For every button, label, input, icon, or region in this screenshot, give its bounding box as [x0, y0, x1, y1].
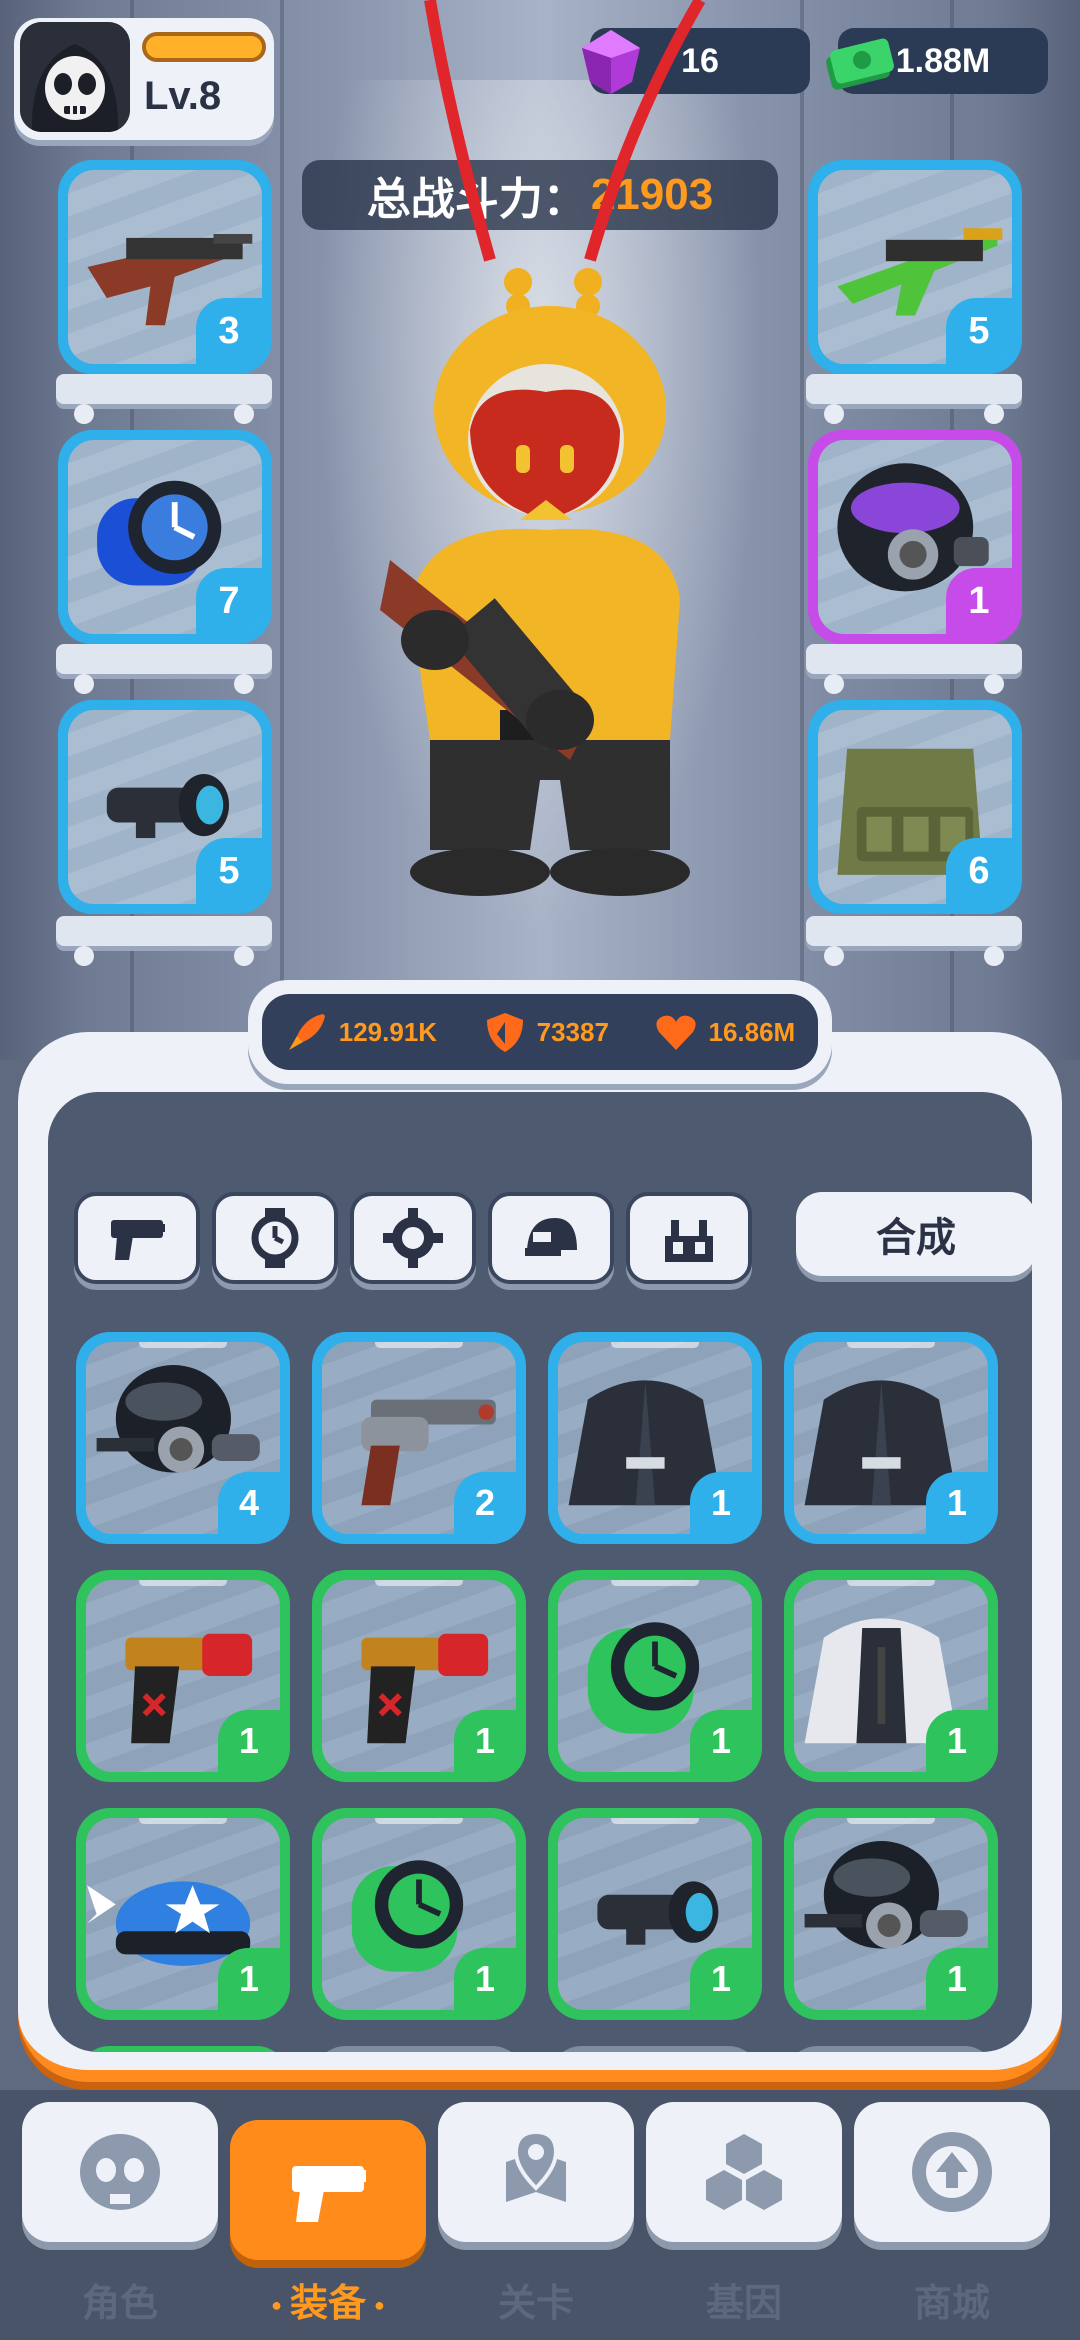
inventory-item[interactable]: 1: [784, 1808, 998, 2020]
nav-gun-button[interactable]: [230, 2120, 426, 2260]
item-count: 1: [218, 1948, 280, 2010]
inventory-item-partial[interactable]: [784, 2046, 998, 2052]
inventory-item[interactable]: 1: [548, 1808, 762, 2020]
item-count: 1: [946, 568, 1012, 634]
item-count: 1: [218, 1710, 280, 1772]
watch-icon: [251, 1208, 299, 1268]
inventory-item[interactable]: 1: [76, 1570, 290, 1782]
item-count: 5: [196, 838, 262, 904]
inventory-item[interactable]: 1: [312, 1808, 526, 2020]
merge-button[interactable]: 合成: [796, 1192, 1032, 1276]
nav-label: 商城: [913, 2283, 990, 2325]
defense-value: 73387: [536, 1016, 609, 1047]
attack-stat: 129.91K: [285, 1010, 437, 1054]
inventory-panel: 合成 4 2 1 1 1 1 1 1 1 1 1 1: [18, 1032, 1062, 2082]
inventory-item[interactable]: 1: [76, 1808, 290, 2020]
item-count: 1: [926, 1710, 988, 1772]
item-count: 2: [454, 1472, 516, 1534]
health-stat: 16.86M: [654, 1010, 795, 1054]
nav-shop-button[interactable]: [854, 2102, 1050, 2242]
category-tab-gear[interactable]: [350, 1192, 476, 1284]
equip-slot-left-2[interactable]: 7: [58, 430, 272, 644]
item-count: 5: [946, 298, 1012, 364]
gear-icon: [383, 1208, 443, 1268]
inventory-item-partial[interactable]: [76, 2046, 290, 2052]
equip-slot-right-3[interactable]: 6: [808, 700, 1022, 914]
stats-bar: 129.91K 73387 16.86M: [248, 980, 832, 1084]
category-tab-armor[interactable]: [626, 1192, 752, 1284]
item-count: 7: [196, 568, 262, 634]
inventory-item[interactable]: 1: [548, 1332, 762, 1544]
gun-icon: [292, 2166, 366, 2222]
item-count: 4: [218, 1472, 280, 1534]
shop-icon: [912, 2132, 992, 2212]
shelf: [56, 644, 272, 694]
item-count: 1: [926, 1472, 988, 1534]
nav-hexagon-button[interactable]: [646, 2102, 842, 2242]
equip-slot-left-3[interactable]: 5: [58, 700, 272, 914]
rocket-icon: [288, 1014, 325, 1050]
cash-counter[interactable]: 1.88M: [826, 28, 1048, 94]
gun-icon: [111, 1220, 165, 1260]
item-count: 1: [454, 1948, 516, 2010]
inventory-area: 合成 4 2 1 1 1 1 1 1 1 1 1 1: [48, 1092, 1032, 2052]
skull-icon: [80, 2134, 160, 2210]
inventory-item[interactable]: 1: [312, 1570, 526, 1782]
inventory-item[interactable]: 1: [784, 1570, 998, 1782]
nav-label: 角色: [81, 2283, 158, 2325]
item-count: 3: [196, 298, 262, 364]
helmet-icon: [525, 1218, 577, 1256]
heart-icon: [656, 1015, 697, 1050]
nav-label: 基因: [705, 2283, 782, 2325]
avatar[interactable]: [20, 22, 130, 132]
shelf: [806, 644, 1022, 694]
cash-amount: 1.88M: [895, 41, 991, 80]
player-level: Lv.8: [144, 74, 222, 118]
player-card[interactable]: Lv.8: [14, 18, 274, 140]
item-count: 1: [690, 1710, 752, 1772]
nav-label: 关卡: [497, 2283, 574, 2325]
shield-icon: [486, 1013, 523, 1052]
shelf: [56, 374, 272, 424]
inventory-item[interactable]: 4: [76, 1332, 290, 1544]
category-tab-watch[interactable]: [212, 1192, 338, 1284]
xp-bar: [142, 32, 266, 62]
map-pin-icon: [506, 2129, 566, 2202]
defense-stat: 73387: [483, 1010, 609, 1054]
equip-slot-right-1[interactable]: 5: [808, 160, 1022, 374]
attack-value: 129.91K: [338, 1016, 438, 1047]
shelf: [806, 916, 1022, 966]
inventory-item[interactable]: 1: [548, 1570, 762, 1782]
inventory-item[interactable]: 2: [312, 1332, 526, 1544]
category-tab-helmet[interactable]: [488, 1192, 614, 1284]
inventory-item[interactable]: 1: [784, 1332, 998, 1544]
item-count: 1: [690, 1948, 752, 2010]
inventory-item-partial[interactable]: [312, 2046, 526, 2052]
item-count: 1: [690, 1472, 752, 1534]
health-value: 16.86M: [708, 1016, 796, 1047]
inventory-item-partial[interactable]: [548, 2046, 762, 2052]
equip-slot-left-1[interactable]: 3: [58, 160, 272, 374]
nav-label: 装备: [230, 2272, 426, 2327]
nav-map-pin-button[interactable]: [438, 2102, 634, 2242]
bottom-nav: 角色 装备 关卡 基因 商城: [0, 2090, 1080, 2340]
hero-character: [380, 0, 706, 896]
item-count: 1: [454, 1710, 516, 1772]
skull-avatar-icon: [20, 22, 130, 132]
shelf: [56, 916, 272, 966]
armor-icon: [665, 1220, 713, 1262]
shelf: [806, 374, 1022, 424]
hexagon-icon: [706, 2134, 782, 2210]
equip-slot-right-2[interactable]: 1: [808, 430, 1022, 644]
nav-skull-button[interactable]: [22, 2102, 218, 2242]
category-tab-gun[interactable]: [74, 1192, 200, 1284]
cash-icon: [826, 38, 894, 90]
item-count: 1: [926, 1948, 988, 2010]
item-count: 6: [946, 838, 1012, 904]
